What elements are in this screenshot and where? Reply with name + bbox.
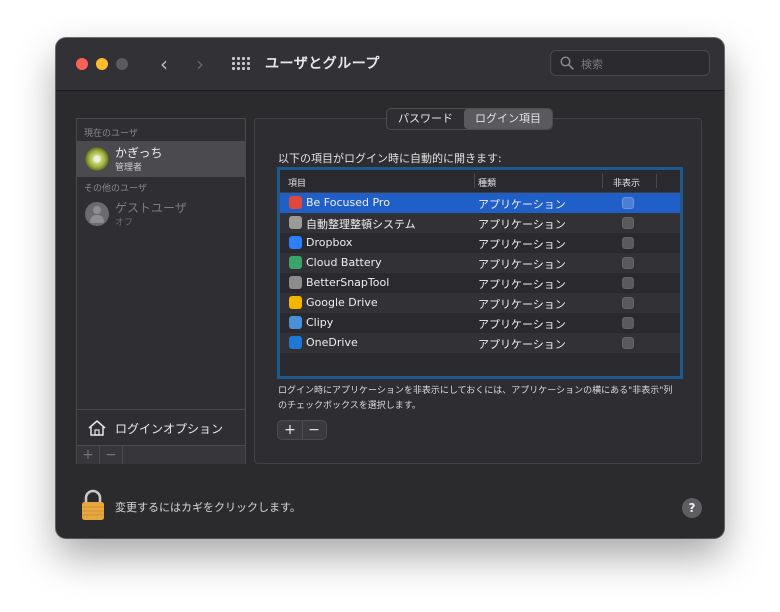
- search-field[interactable]: [550, 50, 710, 76]
- item-name: Dropbox: [306, 236, 353, 249]
- search-input[interactable]: [579, 54, 703, 74]
- table-row[interactable]: Cloud Battery アプリケーション: [280, 253, 680, 273]
- table-row[interactable]: OneDrive アプリケーション: [280, 333, 680, 353]
- auto-organize-icon: [289, 216, 302, 229]
- hide-checkbox[interactable]: [622, 257, 634, 269]
- tab-bar: パスワード ログイン項目: [386, 108, 553, 130]
- dropbox-icon: [289, 236, 302, 249]
- hide-checkbox[interactable]: [622, 337, 634, 349]
- clipy-icon: [289, 316, 302, 329]
- table-row[interactable]: Dropbox アプリケーション: [280, 233, 680, 253]
- item-kind: アプリケーション: [478, 298, 566, 311]
- preferences-window: ‹ › ユーザとグループ 現在のユーザ かぎっち 管理者 その他のユーザ ゲスト…: [56, 38, 724, 538]
- column-header-item[interactable]: 項目: [288, 176, 306, 189]
- guest-avatar-icon: [85, 202, 109, 226]
- hide-checkbox[interactable]: [622, 277, 634, 289]
- be-focused-pro-icon: [289, 196, 302, 209]
- login-options-label: ログインオプション: [115, 422, 224, 436]
- login-options-button[interactable]: ログインオプション: [77, 409, 245, 446]
- item-name: Be Focused Pro: [306, 196, 390, 209]
- login-items-add-remove: + −: [277, 420, 327, 440]
- hide-checkbox[interactable]: [622, 237, 634, 249]
- tab-login-items[interactable]: ログイン項目: [464, 109, 552, 129]
- table-row[interactable]: Be Focused Pro アプリケーション: [280, 193, 680, 213]
- table-row[interactable]: Google Drive アプリケーション: [280, 293, 680, 313]
- item-kind: アプリケーション: [478, 338, 566, 351]
- user-row-guest[interactable]: ゲストユーザ オフ: [77, 196, 245, 232]
- item-name: Clipy: [306, 316, 334, 329]
- hide-checkbox[interactable]: [622, 317, 634, 329]
- column-header-kind[interactable]: 種類: [478, 176, 496, 189]
- forward-chevron-icon[interactable]: ›: [189, 52, 211, 76]
- user-name: かぎっち: [115, 146, 163, 160]
- item-name: Google Drive: [306, 296, 378, 309]
- table-row[interactable]: BetterSnapTool アプリケーション: [280, 273, 680, 293]
- item-kind: アプリケーション: [478, 318, 566, 331]
- user-name: ゲストユーザ: [115, 201, 187, 215]
- item-kind: アプリケーション: [478, 218, 566, 231]
- help-button[interactable]: ?: [682, 498, 702, 518]
- item-kind: アプリケーション: [478, 238, 566, 251]
- sidebar-add-remove: + −: [77, 445, 245, 464]
- close-button[interactable]: [76, 58, 88, 70]
- hide-checkbox[interactable]: [622, 217, 634, 229]
- table-row[interactable]: Clipy アプリケーション: [280, 313, 680, 333]
- lock-icon[interactable]: [81, 489, 105, 521]
- item-kind: アプリケーション: [478, 198, 566, 211]
- hide-checkbox[interactable]: [622, 197, 634, 209]
- item-name: 自動整理整頓システム: [306, 218, 416, 231]
- item-kind: アプリケーション: [478, 258, 566, 271]
- user-status: オフ: [115, 218, 134, 228]
- house-icon: [88, 420, 106, 436]
- window-title: ユーザとグループ: [265, 56, 380, 72]
- minimize-button[interactable]: [96, 58, 108, 70]
- remove-login-item-button[interactable]: −: [302, 421, 326, 439]
- onedrive-icon: [289, 336, 302, 349]
- google-drive-icon: [289, 296, 302, 309]
- show-all-grid-icon[interactable]: [232, 57, 250, 71]
- user-row-current[interactable]: かぎっち 管理者: [77, 141, 245, 177]
- zoom-button[interactable]: [116, 58, 128, 70]
- remove-user-button[interactable]: −: [100, 446, 123, 464]
- back-chevron-icon[interactable]: ‹: [153, 52, 175, 76]
- item-name: BetterSnapTool: [306, 276, 390, 289]
- users-sidebar: 現在のユーザ かぎっち 管理者 その他のユーザ ゲストユーザ オフ ログインオプ…: [76, 118, 246, 464]
- item-name: OneDrive: [306, 336, 358, 349]
- other-users-header: その他のユーザ: [84, 184, 147, 194]
- tab-password[interactable]: パスワード: [387, 109, 464, 129]
- lock-text: 変更するにはカギをクリックします。: [115, 501, 301, 514]
- bettersnaptool-icon: [289, 276, 302, 289]
- login-items-intro: 以下の項目がログイン時に自動的に開きます:: [278, 152, 502, 165]
- table-header: 項目 種類 非表示: [280, 170, 680, 193]
- cloud-battery-icon: [289, 256, 302, 269]
- hide-note: ログイン時にアプリケーションを非表示にしておくには、アプリケーションの横にある"…: [278, 386, 673, 411]
- item-kind: アプリケーション: [478, 278, 566, 291]
- titlebar: ‹ › ユーザとグループ: [56, 38, 724, 91]
- add-user-button[interactable]: +: [77, 446, 100, 464]
- item-name: Cloud Battery: [306, 256, 382, 269]
- column-header-hide[interactable]: 非表示: [613, 176, 640, 189]
- table-row[interactable]: 自動整理整頓システム アプリケーション: [280, 213, 680, 233]
- hide-checkbox[interactable]: [622, 297, 634, 309]
- user-role: 管理者: [115, 163, 143, 173]
- add-login-item-button[interactable]: +: [278, 421, 303, 439]
- avatar: [85, 147, 109, 171]
- login-items-table: 項目 種類 非表示 Be Focused Pro アプリケーション 自動整理整頓シス…: [277, 167, 683, 379]
- current-user-header: 現在のユーザ: [84, 129, 138, 139]
- search-icon: [560, 56, 574, 70]
